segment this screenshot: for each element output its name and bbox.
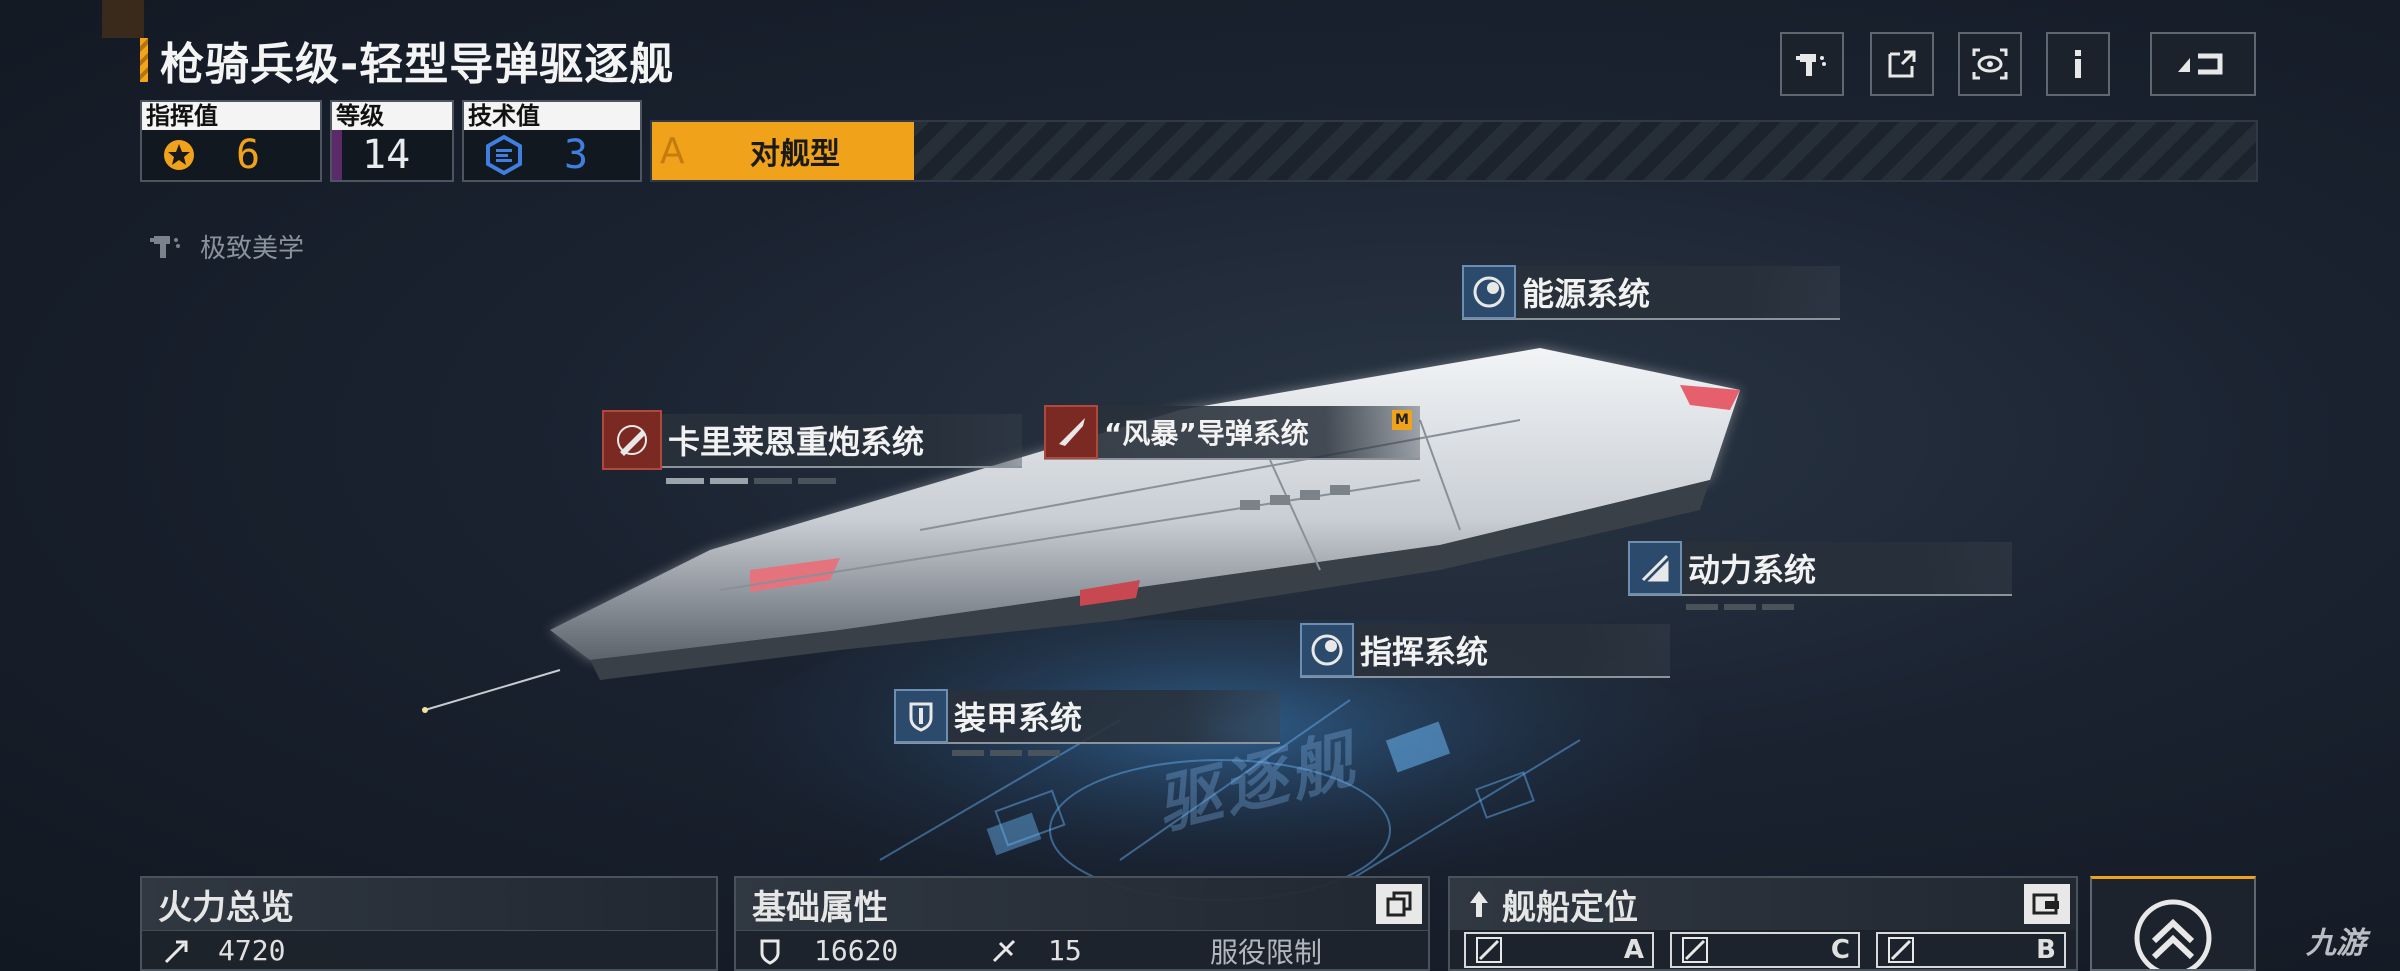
- command-icon: [164, 140, 194, 170]
- role-card-c[interactable]: C: [1670, 932, 1860, 968]
- ship-type-letter: A: [660, 130, 685, 172]
- role-card-a[interactable]: A: [1464, 932, 1654, 968]
- command-value: 6: [236, 132, 261, 178]
- view-button[interactable]: [1958, 32, 2022, 96]
- speed-value: 15: [1048, 934, 1082, 967]
- firepower-icon: [164, 940, 188, 963]
- windows-icon: [1386, 891, 1412, 917]
- share-button[interactable]: [1870, 32, 1934, 96]
- role-icon: [1888, 937, 1914, 963]
- firepower-value: 4720: [218, 934, 286, 967]
- tech-icon: [486, 135, 522, 175]
- ship-type-label: 对舰型: [750, 137, 840, 172]
- info-icon: [2075, 50, 2081, 78]
- view-icon: [1972, 48, 2008, 80]
- tech-value: 3: [564, 132, 589, 178]
- site-watermark: 九游: [2306, 926, 2366, 961]
- level-bar: [332, 130, 342, 180]
- cannon-slots: [666, 478, 836, 484]
- paint-icon: [150, 236, 180, 258]
- power-slots: [1686, 604, 1794, 610]
- missile-system-icon: [1044, 405, 1098, 459]
- attributes-panel[interactable]: 基础属性 16620 15 服役限制: [734, 876, 1430, 971]
- energy-system-text: 能源系统: [1522, 275, 1651, 313]
- role-card-b[interactable]: B: [1876, 932, 2066, 968]
- upgrade-button[interactable]: [2090, 876, 2256, 971]
- title-bar: 枪骑兵级-轻型导弹驱逐舰: [140, 30, 674, 90]
- info-button[interactable]: [2046, 32, 2110, 96]
- chevron-up-icon: [2134, 899, 2212, 969]
- energy-system-icon: [1462, 265, 1516, 319]
- missile-badge: M: [1392, 410, 1412, 430]
- service-limit-label: 服役限制: [1210, 935, 1323, 969]
- power-system-text: 动力系统: [1688, 551, 1817, 589]
- cannon-system-label[interactable]: 卡里莱恩重炮系统: [602, 410, 1022, 470]
- level-label: 等级: [332, 102, 452, 130]
- power-system-icon: [1628, 541, 1682, 595]
- cannon-system-icon: [602, 410, 662, 470]
- command-system-label[interactable]: 指挥系统: [1300, 623, 1670, 678]
- firepower-panel[interactable]: 火力总览 4720: [140, 876, 718, 971]
- firepower-row: 4720: [142, 930, 716, 970]
- level-box: 等级 14: [330, 100, 454, 182]
- title-accent: [140, 38, 148, 82]
- command-system-icon: [1300, 623, 1354, 677]
- firepower-title: 火力总览: [142, 878, 716, 930]
- card-icon: [2032, 893, 2059, 915]
- armor-system-icon: [894, 689, 948, 743]
- tech-value-label: 技术值: [464, 102, 640, 130]
- armor-value: 16620: [814, 934, 899, 967]
- back-button[interactable]: [2150, 32, 2256, 96]
- external-link-icon: [1888, 50, 1916, 78]
- ship-type-badge: A 对舰型: [652, 122, 914, 180]
- positioning-panel[interactable]: 舰船定位 A C B: [1448, 876, 2078, 971]
- power-system-label[interactable]: 动力系统: [1628, 541, 2012, 596]
- expand-button[interactable]: [1376, 884, 1422, 924]
- role-grade-a: A: [1623, 935, 1644, 965]
- positioning-title: 舰船定位: [1502, 887, 1638, 928]
- paint-icon: [1796, 54, 1826, 76]
- command-value-box: 指挥值 6: [140, 100, 322, 182]
- armor-system-label[interactable]: 装甲系统: [894, 689, 1280, 744]
- missile-system-label[interactable]: “风暴”导弹系统 M: [1044, 405, 1420, 460]
- role-icon: [1476, 937, 1502, 963]
- positioning-button[interactable]: [2024, 884, 2070, 924]
- role-grade-b: B: [2036, 935, 2056, 965]
- page-title: 枪骑兵级-轻型导弹驱逐舰: [160, 39, 675, 90]
- role-grade-c: C: [1830, 935, 1850, 965]
- armor-icon: [760, 939, 780, 965]
- aesthetic-tag[interactable]: 极致美学: [146, 226, 304, 266]
- attributes-row: 16620 15 服役限制: [736, 930, 1428, 970]
- energy-system-label[interactable]: 能源系统: [1462, 265, 1840, 320]
- attributes-title: 基础属性: [736, 878, 1428, 930]
- command-system-text: 指挥系统: [1360, 633, 1489, 671]
- role-icon: [1682, 937, 1708, 963]
- armor-system-text: 装甲系统: [954, 699, 1083, 737]
- missile-system-text: “风暴”导弹系统: [1104, 417, 1309, 450]
- tech-value-box: 技术值 3: [462, 100, 642, 182]
- ship-position-icon: [1470, 891, 1488, 917]
- paint-button[interactable]: [1780, 32, 1844, 96]
- back-icon: [2178, 53, 2223, 75]
- roles-row: A C B: [1450, 930, 2076, 970]
- positioning-header: 舰船定位: [1450, 878, 2076, 930]
- command-value-label: 指挥值: [142, 102, 320, 130]
- cannon-system-text: 卡里莱恩重炮系统: [668, 423, 925, 461]
- aesthetic-label: 极致美学: [200, 233, 305, 264]
- corner-mark: [102, 0, 144, 38]
- armor-slots: [952, 750, 1060, 756]
- level-value: 14: [362, 132, 411, 178]
- speed-icon: [992, 939, 1016, 962]
